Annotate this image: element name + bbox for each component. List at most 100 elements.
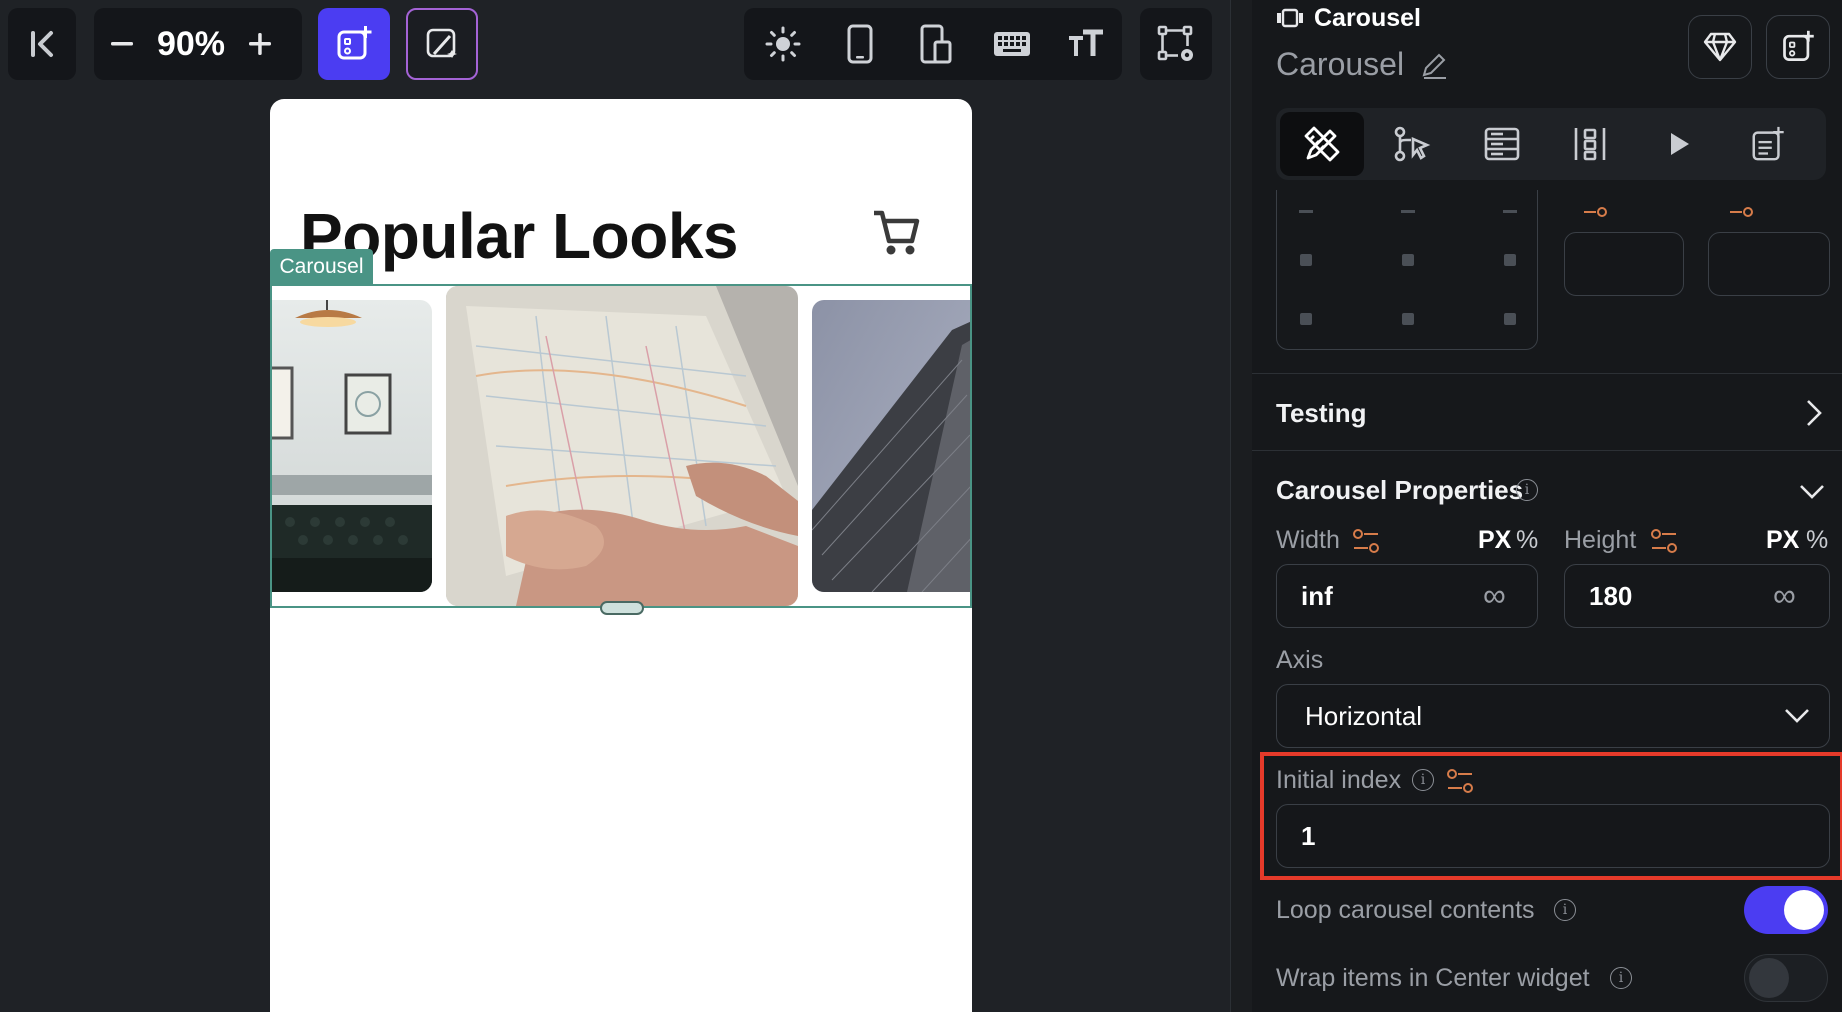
tab-properties[interactable]	[1280, 112, 1364, 176]
light-mode-button[interactable]	[744, 8, 822, 80]
height-unit-percent[interactable]: %	[1806, 526, 1828, 555]
shopping-cart-icon[interactable]	[870, 207, 922, 264]
y-offset-input[interactable]	[1708, 232, 1830, 296]
text-scale-button[interactable]	[1050, 8, 1122, 80]
play-icon	[1671, 133, 1689, 155]
widget-type-label: Carousel	[1314, 4, 1421, 32]
chevron-right-icon	[1807, 400, 1822, 426]
axis-value: Horizontal	[1305, 701, 1423, 731]
edit-pencil-icon[interactable]	[1418, 49, 1450, 81]
add-widget-icon	[1783, 30, 1814, 61]
width-label: Width	[1276, 526, 1340, 554]
x-offset-input[interactable]	[1564, 232, 1684, 296]
ruler-pencil-icon	[1304, 126, 1340, 162]
initial-index-label: Initial index	[1276, 766, 1402, 794]
resize-handle[interactable]	[600, 601, 644, 615]
initial-index-input[interactable]: 1	[1276, 804, 1830, 868]
height-label: Height	[1564, 526, 1637, 554]
keyboard-icon	[994, 32, 1030, 56]
height-binding-icon[interactable]	[1650, 528, 1678, 554]
add-widget-icon	[337, 26, 372, 60]
action-flow-icon	[1394, 126, 1431, 162]
widget-name: Carousel	[1276, 46, 1405, 82]
infinity-icon[interactable]: ∞	[1773, 577, 1796, 614]
toggle-knob	[1749, 958, 1789, 998]
properties-panel: Carousel Carousel Testing Carousel Prope…	[1252, 0, 1842, 1012]
plus-icon	[249, 33, 271, 55]
columns-icon	[1574, 128, 1606, 161]
y-offset-binding-icon[interactable]	[1712, 206, 1776, 220]
carousel-selection-tag: Carousel	[270, 249, 373, 285]
width-input[interactable]: inf ∞	[1276, 564, 1538, 628]
collapse-panel-button[interactable]	[8, 8, 76, 80]
node-settings-icon	[1140, 8, 1212, 80]
info-icon[interactable]: i	[1554, 899, 1576, 921]
tab-notes[interactable]	[1726, 112, 1810, 176]
premium-button[interactable]	[1688, 15, 1752, 79]
infinity-icon[interactable]: ∞	[1483, 577, 1506, 614]
zoom-level[interactable]: 90%	[150, 25, 232, 64]
add-widget-button[interactable]	[318, 8, 390, 80]
axis-label: Axis	[1276, 646, 1324, 674]
chevron-down-icon	[1785, 709, 1809, 723]
initial-index-binding-icon[interactable]	[1446, 768, 1474, 794]
property-tabs	[1276, 108, 1826, 180]
carousel-icon	[1277, 8, 1303, 27]
sun-icon	[765, 26, 801, 62]
carousel-image-building	[812, 300, 970, 592]
tab-layout[interactable]	[1548, 112, 1632, 176]
collapse-left-icon	[8, 8, 76, 80]
height-value: 180	[1589, 581, 1633, 611]
info-icon[interactable]: i	[1516, 479, 1538, 501]
chevron-down-icon	[1800, 485, 1824, 499]
alignment-dots	[1299, 210, 1517, 330]
zoom-in-button[interactable]	[232, 8, 288, 80]
zoom-control: 90%	[94, 8, 302, 80]
tab-backend-query[interactable]	[1460, 112, 1544, 176]
loop-label: Loop carousel contents	[1276, 896, 1535, 924]
database-icon	[1484, 127, 1520, 161]
testing-section-header[interactable]: Testing	[1252, 374, 1842, 450]
zoom-out-button[interactable]	[94, 8, 150, 80]
phone-device-button[interactable]	[822, 8, 898, 80]
carousel-widget[interactable]	[270, 284, 972, 608]
axis-dropdown[interactable]: Horizontal	[1276, 684, 1830, 748]
width-value: inf	[1301, 581, 1333, 611]
loop-toggle[interactable]	[1744, 886, 1828, 934]
text-size-icon	[1069, 29, 1103, 56]
height-input[interactable]: 180 ∞	[1564, 564, 1830, 628]
device-toolbar	[744, 8, 1122, 80]
width-unit-percent[interactable]: %	[1516, 526, 1538, 555]
wrap-center-toggle[interactable]	[1744, 954, 1828, 1002]
magic-wand-icon	[426, 28, 457, 58]
width-unit-px[interactable]: PX	[1478, 526, 1511, 555]
tab-actions[interactable]	[1370, 112, 1454, 176]
phone-icon	[847, 24, 873, 64]
canvas-settings-button[interactable]	[1140, 8, 1212, 80]
keyboard-button[interactable]	[974, 8, 1050, 80]
height-unit-px[interactable]: PX	[1766, 526, 1799, 555]
initial-index-value: 1	[1301, 821, 1316, 851]
section-title: Carousel Properties	[1276, 475, 1524, 505]
alignment-grid[interactable]	[1276, 190, 1538, 350]
tablet-icon	[920, 24, 952, 64]
testing-label: Testing	[1276, 398, 1367, 428]
ai-generate-button[interactable]	[406, 8, 478, 80]
wrap-center-label: Wrap items in Center widget	[1276, 964, 1590, 992]
x-offset-binding-icon[interactable]	[1566, 206, 1630, 220]
notes-icon	[1752, 126, 1784, 161]
tab-animations[interactable]	[1636, 112, 1720, 176]
panel-divider[interactable]	[1230, 0, 1252, 1012]
carousel-image-map	[446, 286, 798, 606]
widget-name-row[interactable]: Carousel	[1276, 46, 1450, 83]
info-icon[interactable]: i	[1610, 967, 1632, 989]
carousel-image-interior	[272, 300, 432, 592]
width-binding-icon[interactable]	[1352, 528, 1380, 554]
add-widget-panel-button[interactable]	[1766, 15, 1830, 79]
tablet-device-button[interactable]	[898, 8, 974, 80]
diamond-icon	[1703, 32, 1737, 62]
widget-type-header: Carousel	[1276, 4, 1421, 33]
carousel-properties-header[interactable]: Carousel Properties i	[1252, 451, 1842, 527]
canvas-area: 90% Popular Looks Carousel	[0, 0, 1230, 1012]
info-icon[interactable]: i	[1412, 769, 1434, 791]
